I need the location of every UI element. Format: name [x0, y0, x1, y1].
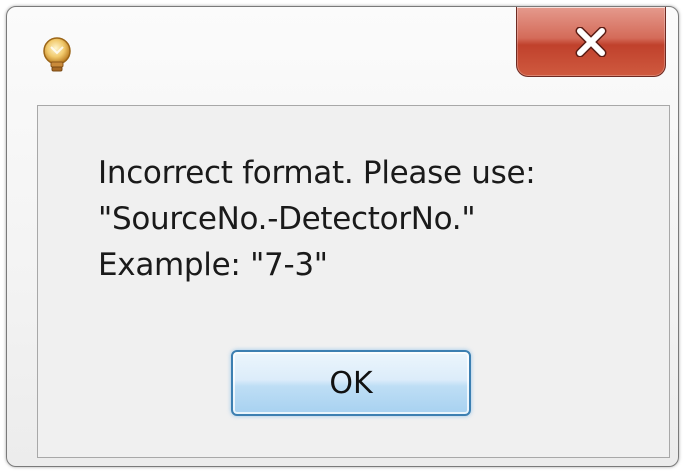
message-line-1: Incorrect format. Please use: — [98, 155, 536, 191]
dialog-frame: Incorrect format. Please use: "SourceNo.… — [6, 6, 679, 467]
ok-button[interactable]: OK — [231, 350, 471, 416]
message-line-2: "SourceNo.-DetectorNo." — [98, 201, 476, 237]
close-x-icon — [575, 26, 607, 57]
message-dialog: Incorrect format. Please use: "SourceNo.… — [0, 0, 685, 475]
message-line-3: Example: "7-3" — [98, 247, 328, 283]
error-message: Incorrect format. Please use: "SourceNo.… — [98, 150, 658, 288]
app-lightbulb-icon — [37, 35, 77, 75]
close-button[interactable] — [516, 7, 666, 77]
